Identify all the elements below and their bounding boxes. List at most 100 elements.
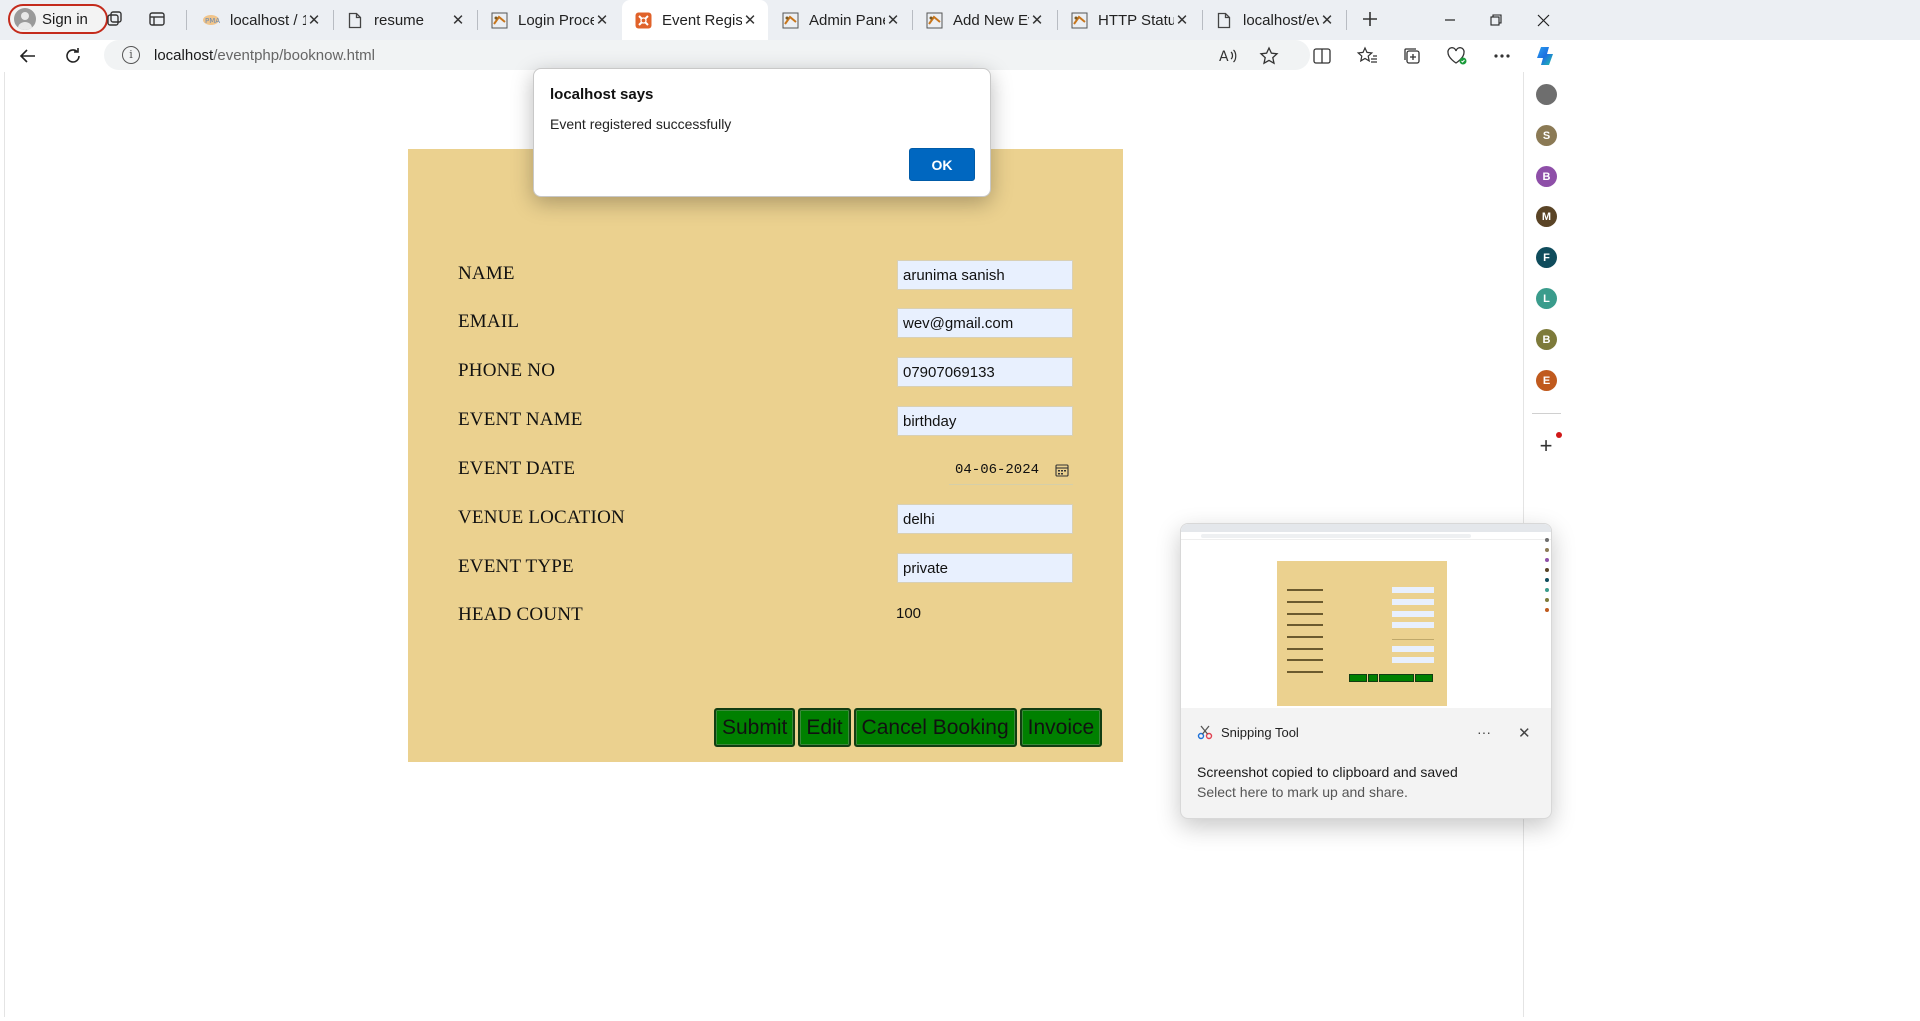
tab-login-process[interactable]: Login Process ✕	[478, 0, 620, 40]
more-options-icon[interactable]: ···	[1477, 724, 1491, 740]
event-date-input[interactable]: 04-06-2024	[949, 455, 1073, 485]
close-icon[interactable]: ✕	[885, 11, 901, 29]
ok-button[interactable]: OK	[909, 148, 975, 181]
tab-label: HTTP Status 40	[1098, 11, 1174, 29]
tab-label: Login Process	[518, 11, 594, 29]
close-icon[interactable]: ✕	[1518, 724, 1531, 742]
minimize-icon[interactable]	[1430, 4, 1470, 36]
event-date-label: EVENT DATE	[458, 458, 576, 479]
phone-label: PHONE NO	[458, 360, 556, 381]
restore-icon[interactable]	[1476, 4, 1516, 36]
url-path: /eventphp/booknow.html	[213, 46, 375, 64]
sidebar-profile-letter: L	[1543, 292, 1550, 305]
read-aloud-icon[interactable]: A	[1214, 42, 1242, 70]
workspaces-icon[interactable]	[104, 8, 126, 30]
sidebar-profile-icon[interactable]: S	[1536, 125, 1557, 146]
cancel-booking-button[interactable]: Cancel Booking	[853, 708, 1017, 747]
submit-button[interactable]: Submit	[714, 708, 796, 747]
dialog-message: Event registered successfully	[550, 116, 732, 132]
close-icon[interactable]: ✕	[594, 11, 610, 29]
thumbnail-dot	[1545, 608, 1549, 612]
sidebar-profile-icon[interactable]: E	[1536, 370, 1557, 391]
email-input[interactable]: wev@gmail.com	[897, 308, 1073, 338]
form-row-venue: VENUE LOCATION delhi	[458, 504, 1073, 534]
sidebar-profile-letter: B	[1542, 170, 1551, 183]
sidebar-profile-icon[interactable]	[1536, 84, 1557, 105]
signin-label: Sign in	[42, 10, 88, 28]
tab-phpmyadmin[interactable]: PMA localhost / 127 ✕	[190, 0, 332, 40]
favorites-icon[interactable]	[1353, 42, 1381, 70]
url-text: localhost/eventphp/booknow.html	[154, 47, 375, 64]
event-date-value: 04-06-2024	[955, 461, 1040, 478]
tab-label: localhost / 127	[230, 11, 306, 29]
address-bar[interactable]: i localhost/eventphp/booknow.html	[104, 40, 1310, 70]
tab-label: Add New Even	[953, 11, 1029, 29]
close-icon[interactable]: ✕	[742, 11, 758, 29]
sidebar-profile-icon[interactable]: B	[1536, 329, 1557, 350]
svg-text:A: A	[1219, 49, 1229, 65]
close-icon[interactable]: ✕	[450, 11, 466, 29]
tab-event-registration[interactable]: Event Registra ✕	[622, 0, 768, 40]
event-registration-form: NAME arunima sanish EMAIL wev@gmail.com …	[408, 149, 1123, 762]
vertical-tabs-icon[interactable]	[146, 8, 168, 30]
tab-separator	[1346, 10, 1347, 30]
svg-text:PMA: PMA	[205, 17, 220, 25]
tab-label: localhost/even	[1243, 11, 1319, 29]
new-tab-icon[interactable]	[1359, 8, 1381, 30]
venue-input[interactable]: delhi	[897, 504, 1073, 534]
thumbnail-line	[1287, 624, 1323, 626]
thumbnail-address-bar	[1181, 532, 1551, 540]
copilot-icon[interactable]	[1532, 42, 1560, 70]
collections-icon[interactable]	[1398, 42, 1426, 70]
phone-input[interactable]: 07907069133	[897, 357, 1073, 387]
event-name-input[interactable]: birthday	[897, 406, 1073, 436]
favorite-star-icon[interactable]	[1255, 42, 1283, 70]
thumbnail-line	[1392, 599, 1434, 605]
close-icon[interactable]: ✕	[306, 11, 322, 29]
form-row-event-name: EVENT NAME birthday	[458, 406, 1073, 436]
close-icon[interactable]: ✕	[1319, 11, 1335, 29]
sidebar-profile-icon[interactable]: M	[1536, 206, 1557, 227]
tab-add-new-event[interactable]: Add New Even ✕	[913, 0, 1055, 40]
back-arrow-icon[interactable]	[14, 42, 42, 70]
tab-resume[interactable]: resume ✕	[334, 0, 476, 40]
thumbnail-button	[1378, 674, 1415, 682]
browser-essentials-icon[interactable]	[1443, 42, 1471, 70]
signin-button[interactable]: Sign in	[8, 4, 108, 34]
head-count-value[interactable]: 100	[896, 605, 921, 622]
thumbnail-button	[1415, 674, 1433, 682]
close-icon[interactable]: ✕	[1174, 11, 1190, 29]
profile-avatar-icon	[14, 8, 36, 30]
tab-admin-panel[interactable]: Admin Panel ✕	[769, 0, 911, 40]
sidebar-profile-icon[interactable]: L	[1536, 288, 1557, 309]
venue-label: VENUE LOCATION	[458, 507, 625, 528]
thumbnail-line	[1287, 648, 1323, 650]
sidebar-profile-icon[interactable]: F	[1536, 247, 1557, 268]
servlet-icon	[781, 11, 799, 29]
sidebar-profile-icon[interactable]: B	[1536, 166, 1557, 187]
add-sidebar-app-icon[interactable]: +	[1534, 433, 1558, 458]
split-screen-icon[interactable]	[1308, 42, 1336, 70]
more-menu-icon[interactable]	[1488, 42, 1516, 70]
calendar-icon[interactable]	[1055, 463, 1069, 477]
snipping-tool-notification[interactable]: Snipping Tool ··· ✕ Screenshot copied to…	[1180, 523, 1552, 819]
tab-http-status[interactable]: HTTP Status 40 ✕	[1058, 0, 1200, 40]
form-row-email: EMAIL wev@gmail.com	[458, 308, 1073, 338]
invoice-button[interactable]: Invoice	[1019, 708, 1103, 747]
sidebar-profile-letter: S	[1542, 129, 1551, 142]
sidebar-profile-letter: F	[1543, 251, 1550, 264]
edit-button[interactable]: Edit	[798, 708, 851, 747]
thumbnail-dot	[1545, 558, 1549, 562]
name-input[interactable]: arunima sanish	[897, 260, 1073, 290]
tab-localhost-event[interactable]: localhost/even ✕	[1203, 0, 1345, 40]
close-icon[interactable]: ✕	[1029, 11, 1045, 29]
thumbnail-dot	[1545, 578, 1549, 582]
site-info-icon[interactable]: i	[122, 46, 140, 64]
screenshot-thumbnail[interactable]	[1181, 524, 1551, 708]
event-type-input[interactable]: private	[897, 553, 1073, 583]
thumbnail-dot	[1545, 598, 1549, 602]
window-close-icon[interactable]	[1523, 4, 1563, 36]
thumbnail-line	[1287, 613, 1323, 615]
refresh-icon[interactable]	[59, 42, 87, 70]
form-actions: Submit Edit Cancel Booking Invoice	[714, 708, 1103, 748]
